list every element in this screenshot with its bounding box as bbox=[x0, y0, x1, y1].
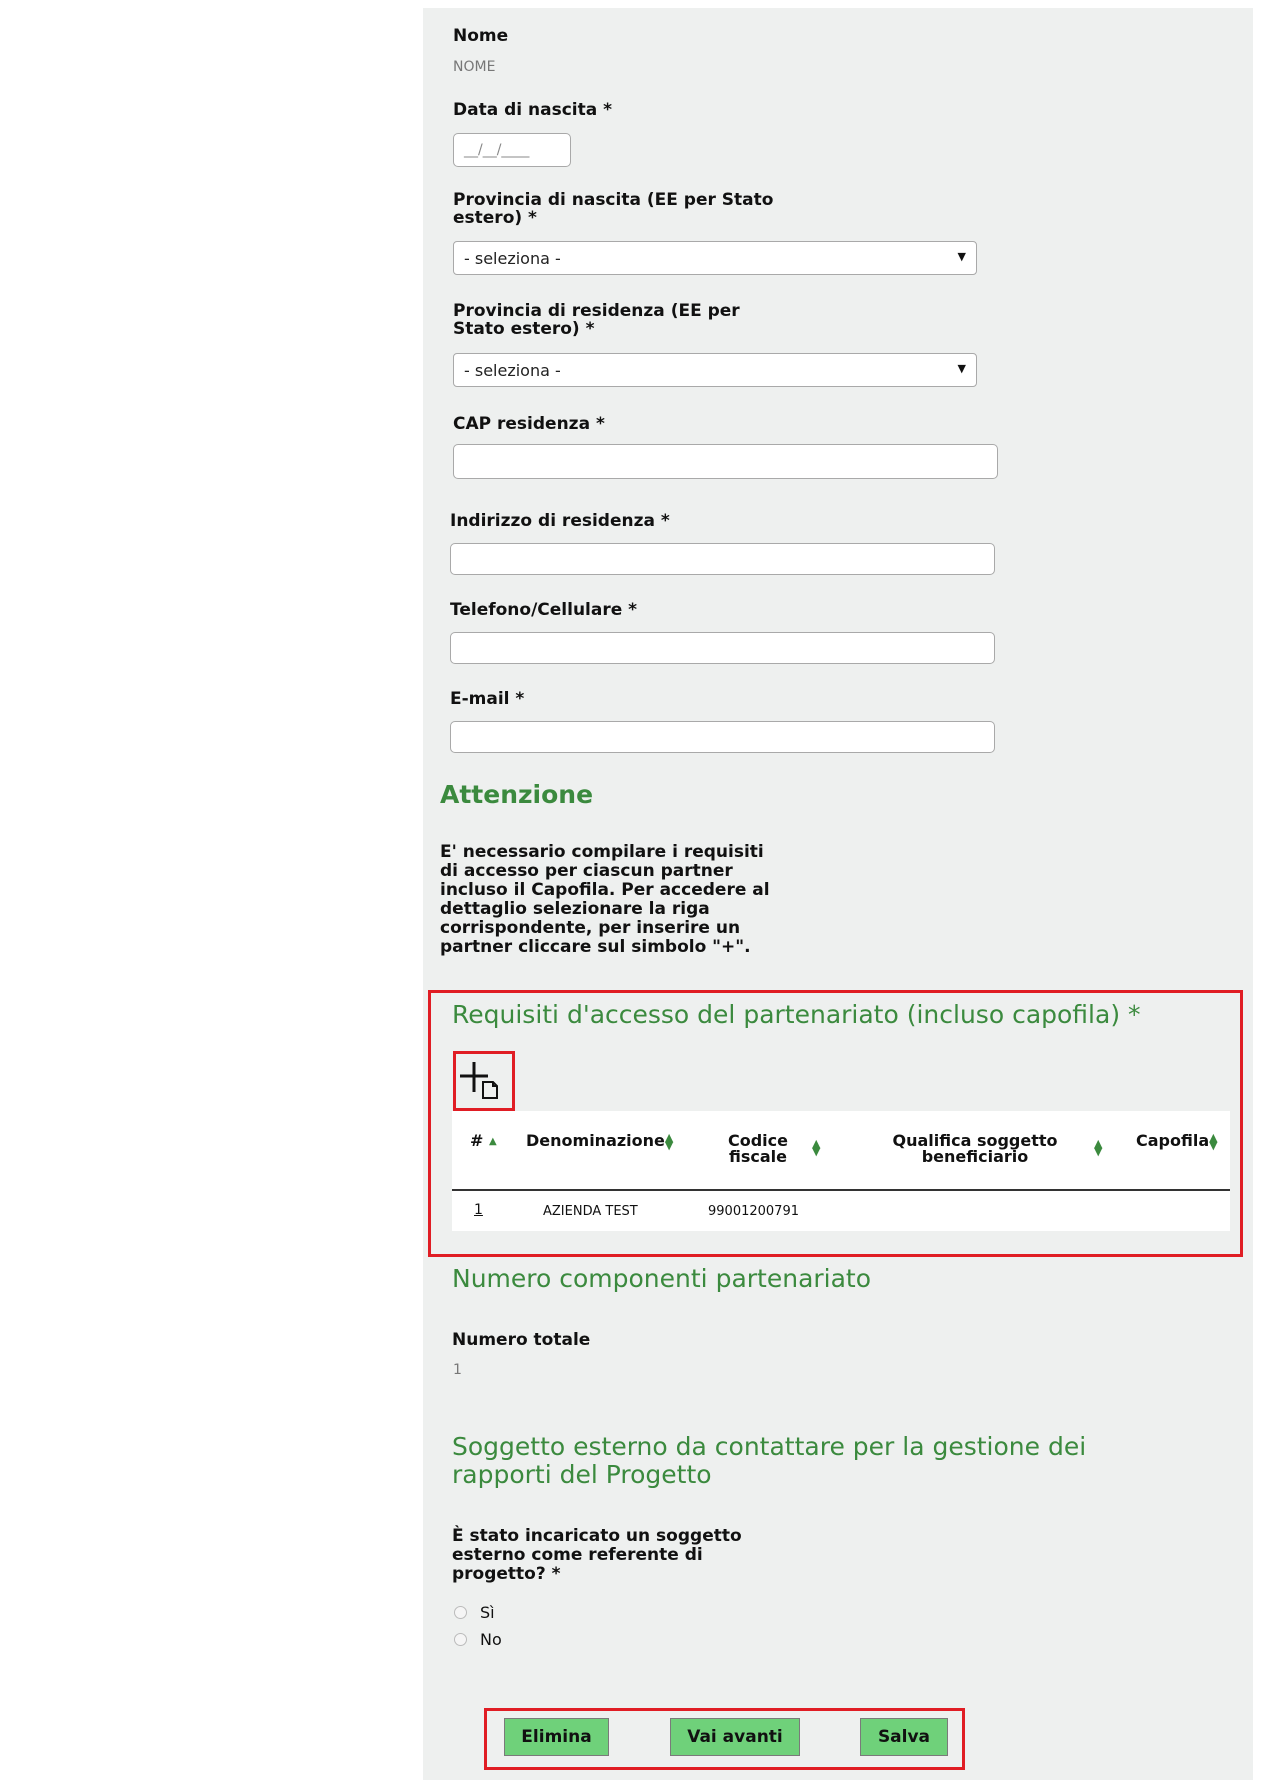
cap-label: CAP residenza * bbox=[453, 414, 605, 434]
soggetto-title: Soggetto esterno da contattare per la ge… bbox=[452, 1432, 1087, 1489]
data-nascita-label: Data di nascita * bbox=[453, 100, 613, 120]
row-codice-fiscale: 99001200791 bbox=[708, 1204, 799, 1219]
nome-label: Nome bbox=[453, 26, 509, 46]
attenzione-text: E' necessario compilare i requisiti di a… bbox=[440, 842, 770, 957]
prov-nascita-select[interactable]: - seleziona - ▼ bbox=[453, 241, 977, 275]
data-nascita-field[interactable]: __/__/____ bbox=[453, 133, 571, 167]
add-document-icon bbox=[460, 1062, 498, 1099]
prov-residenza-selected: - seleziona - bbox=[464, 361, 561, 380]
col-qualifica[interactable]: Qualifica soggetto beneficiario bbox=[885, 1133, 1065, 1165]
numero-totale-label: Numero totale bbox=[452, 1330, 591, 1350]
chevron-down-icon: ▼ bbox=[957, 362, 966, 375]
attenzione-title: Attenzione bbox=[440, 780, 594, 809]
col-codice-fiscale[interactable]: Codice fiscale bbox=[722, 1133, 794, 1165]
vai-avanti-button[interactable]: Vai avanti bbox=[670, 1718, 800, 1756]
table-row[interactable]: 1 AZIENDA TEST 99001200791 bbox=[452, 1191, 1230, 1231]
prov-residenza-label: Provincia di residenza (EE per Stato est… bbox=[453, 301, 740, 339]
email-input[interactable] bbox=[450, 721, 995, 753]
right-whitespace bbox=[1253, 0, 1276, 1780]
salva-button[interactable]: Salva bbox=[860, 1718, 948, 1756]
top-whitespace bbox=[0, 0, 1276, 8]
elimina-button[interactable]: Elimina bbox=[504, 1718, 609, 1756]
requisiti-title: Requisiti d'accesso del partenariato (in… bbox=[452, 1000, 1141, 1029]
sort-qualifica-icon[interactable]: ▲ ▼ bbox=[1094, 1138, 1102, 1157]
col-capofila[interactable]: Capofila▲ ▼ bbox=[1136, 1132, 1218, 1151]
cap-input[interactable] bbox=[453, 444, 998, 479]
add-partner-button[interactable] bbox=[453, 1051, 515, 1111]
radio-si-label: Sì bbox=[480, 1603, 495, 1622]
email-label: E-mail * bbox=[450, 689, 525, 709]
numero-title: Numero componenti partenariato bbox=[452, 1264, 872, 1293]
telefono-label: Telefono/Cellulare * bbox=[450, 600, 638, 620]
numero-totale-value: 1 bbox=[453, 1362, 462, 1378]
col-denominazione[interactable]: Denominazione▲ ▼ bbox=[526, 1132, 673, 1151]
prov-nascita-label: Provincia di nascita (EE per Stato ester… bbox=[453, 190, 774, 228]
prov-nascita-selected: - seleziona - bbox=[464, 249, 561, 268]
radio-si[interactable] bbox=[454, 1606, 467, 1619]
nome-value: NOME bbox=[453, 59, 496, 75]
row-num-link[interactable]: 1 bbox=[474, 1202, 483, 1218]
col-num[interactable]: # ▲ bbox=[470, 1133, 497, 1149]
radio-no-label: No bbox=[480, 1630, 502, 1649]
row-denominazione: AZIENDA TEST bbox=[543, 1204, 638, 1219]
left-whitespace bbox=[0, 0, 423, 1780]
soggetto-question: È stato incaricato un soggetto esterno c… bbox=[452, 1526, 742, 1584]
prov-residenza-select[interactable]: - seleziona - ▼ bbox=[453, 353, 977, 387]
indirizzo-input[interactable] bbox=[450, 543, 995, 575]
sort-codice-icon[interactable]: ▲ ▼ bbox=[812, 1138, 820, 1157]
indirizzo-label: Indirizzo di residenza * bbox=[450, 511, 670, 531]
chevron-down-icon: ▼ bbox=[957, 250, 966, 263]
telefono-input[interactable] bbox=[450, 632, 995, 664]
radio-no[interactable] bbox=[454, 1633, 467, 1646]
data-nascita-placeholder: __/__/____ bbox=[464, 142, 530, 158]
